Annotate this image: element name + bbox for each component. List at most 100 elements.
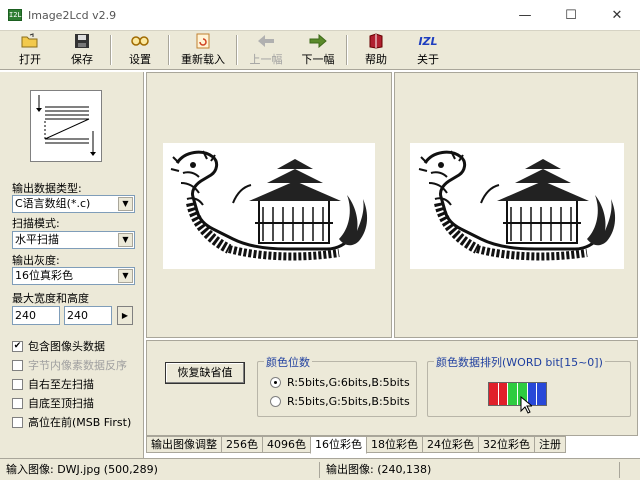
checkbox-box[interactable] xyxy=(12,378,23,390)
blue-bits-segment[interactable] xyxy=(536,383,547,405)
color-bits-title: 颜色位数 xyxy=(264,354,312,370)
tab-output-adjust[interactable]: 输出图像调整 xyxy=(146,436,222,453)
max-size-label: 最大宽度和高度 xyxy=(12,292,89,305)
title-bar: I2L Image2Lcd v2.9 — ☐ ✕ xyxy=(0,0,640,30)
checkbox-label: 自右至左扫描 xyxy=(28,378,94,391)
help-button[interactable]: 帮助 xyxy=(350,31,402,69)
open-label: 打开 xyxy=(19,53,41,66)
scan-mode-diagram xyxy=(30,90,102,162)
mouse-cursor-icon xyxy=(520,396,532,414)
radio-dot[interactable] xyxy=(270,377,281,388)
tab-256-colors[interactable]: 256色 xyxy=(221,436,263,453)
radio-555[interactable]: R:5bits,G:5bits,B:5bits xyxy=(270,395,410,408)
checkbox-box[interactable] xyxy=(12,359,23,371)
next-arrow-icon xyxy=(309,33,327,49)
window-title: Image2Lcd v2.9 xyxy=(28,8,117,22)
color-arrangement-title: 颜色数据排列(WORD bit[15~0]) xyxy=(434,354,605,370)
checkbox-reverse-pixels[interactable]: 字节内像素数据反序 xyxy=(12,357,127,373)
checkbox-box[interactable] xyxy=(12,416,23,428)
help-book-icon xyxy=(367,33,385,49)
max-width-input[interactable]: 240 xyxy=(12,306,60,325)
output-gray-select[interactable]: 16位真彩色 ▼ xyxy=(12,267,135,285)
reload-label: 重新载入 xyxy=(181,53,225,66)
output-image-status: 输出图像: (240,138) xyxy=(320,461,620,478)
settings-button[interactable]: 设置 xyxy=(114,31,166,69)
about-label: 关于 xyxy=(417,53,439,66)
input-image-status: 输入图像: DWJ.jpg (500,289) xyxy=(0,461,320,478)
prev-image-button[interactable]: 上一幅 xyxy=(240,31,292,69)
checkbox-bottom-to-top[interactable]: 自底至顶扫描 xyxy=(12,395,94,411)
help-label: 帮助 xyxy=(365,53,387,66)
window-controls: — ☐ ✕ xyxy=(502,0,640,30)
next-image-button[interactable]: 下一幅 xyxy=(292,31,344,69)
radio-dot[interactable] xyxy=(270,396,281,407)
about-button[interactable]: IZL 关于 xyxy=(402,31,454,69)
output-type-label: 输出数据类型: xyxy=(12,182,82,195)
checkbox-include-header[interactable]: ✔ 包含图像头数据 xyxy=(12,338,105,354)
checkbox-msb-first[interactable]: 高位在前(MSB First) xyxy=(12,414,131,430)
reload-icon xyxy=(194,33,212,49)
tab-24bit-color[interactable]: 24位彩色 xyxy=(422,436,479,453)
prev-label: 上一幅 xyxy=(249,53,283,66)
scan-mode-value: 水平扫描 xyxy=(15,233,59,246)
output-image xyxy=(410,143,624,269)
reload-button[interactable]: 重新载入 xyxy=(172,31,234,69)
toolbar-separator xyxy=(346,35,348,65)
radio-555-label: R:5bits,G:5bits,B:5bits xyxy=(287,395,410,408)
bit-arrangement-bar[interactable] xyxy=(488,382,547,406)
output-type-value: C语言数组(*.c) xyxy=(15,197,91,210)
app-icon: I2L xyxy=(8,9,22,21)
output-gray-label: 输出灰度: xyxy=(12,254,60,267)
tab-strip: 输出图像调整 256色 4096色 16位彩色 18位彩色 24位彩色 32位彩… xyxy=(146,436,566,454)
tab-register[interactable]: 注册 xyxy=(534,436,566,453)
scan-mode-label: 扫描模式: xyxy=(12,217,60,230)
checkbox-box[interactable]: ✔ xyxy=(12,340,23,352)
save-label: 保存 xyxy=(71,53,93,66)
open-button[interactable]: 打开 xyxy=(4,31,56,69)
save-button[interactable]: 保存 xyxy=(56,31,108,69)
checkbox-right-to-left[interactable]: 自右至左扫描 xyxy=(12,376,94,392)
output-image-panel xyxy=(394,72,638,338)
minimize-button[interactable]: — xyxy=(502,0,548,30)
about-logo-icon: IZL xyxy=(418,34,438,48)
status-bar: 输入图像: DWJ.jpg (500,289) 输出图像: (240,138) xyxy=(0,458,640,480)
restore-defaults-button[interactable]: 恢复缺省值 xyxy=(165,362,245,384)
output-gray-value: 16位真彩色 xyxy=(15,269,73,282)
tab-18bit-color[interactable]: 18位彩色 xyxy=(366,436,423,453)
floppy-disk-icon xyxy=(73,33,91,49)
output-type-select[interactable]: C语言数组(*.c) ▼ xyxy=(12,195,135,213)
green-bits-segment[interactable] xyxy=(507,383,518,405)
tab-16bit-color[interactable]: 16位彩色 xyxy=(310,436,367,454)
checkbox-label: 字节内像素数据反序 xyxy=(28,359,127,372)
next-label: 下一幅 xyxy=(301,53,335,66)
checkbox-label: 自底至顶扫描 xyxy=(28,397,94,410)
checkbox-label: 高位在前(MSB First) xyxy=(28,416,132,429)
chevron-down-icon[interactable]: ▼ xyxy=(118,197,133,211)
checkbox-box[interactable] xyxy=(12,397,23,409)
tab-content-16bit: 恢复缺省值 颜色位数 R:5bits,G:6bits,B:5bits R:5bi… xyxy=(146,340,638,436)
toolbar-separator xyxy=(168,35,170,65)
glasses-icon xyxy=(131,33,149,49)
chevron-down-icon[interactable]: ▼ xyxy=(118,233,133,247)
settings-label: 设置 xyxy=(129,53,151,66)
toolbar-separator xyxy=(236,35,238,65)
open-folder-icon xyxy=(21,33,39,49)
max-height-input[interactable]: 240 xyxy=(64,306,112,325)
radio-565[interactable]: R:5bits,G:6bits,B:5bits xyxy=(270,376,410,389)
apply-size-button[interactable]: ▶ xyxy=(117,306,133,325)
prev-arrow-icon xyxy=(257,33,275,49)
input-image-panel xyxy=(146,72,392,338)
red-bits-segment[interactable] xyxy=(498,383,508,405)
toolbar-separator xyxy=(110,35,112,65)
checkbox-label: 包含图像头数据 xyxy=(28,340,105,353)
red-bits-segment[interactable] xyxy=(489,383,499,405)
scan-mode-select[interactable]: 水平扫描 ▼ xyxy=(12,231,135,249)
tab-4096-colors[interactable]: 4096色 xyxy=(262,436,311,453)
radio-565-label: R:5bits,G:6bits,B:5bits xyxy=(287,376,410,389)
chevron-down-icon[interactable]: ▼ xyxy=(118,269,133,283)
tab-32bit-color[interactable]: 32位彩色 xyxy=(478,436,535,453)
settings-panel: 输出数据类型: C语言数组(*.c) ▼ 扫描模式: 水平扫描 ▼ 输出灰度: … xyxy=(0,72,144,458)
color-arrangement-group: 颜色数据排列(WORD bit[15~0]) xyxy=(427,354,631,417)
maximize-button[interactable]: ☐ xyxy=(548,0,594,30)
close-button[interactable]: ✕ xyxy=(594,0,640,30)
